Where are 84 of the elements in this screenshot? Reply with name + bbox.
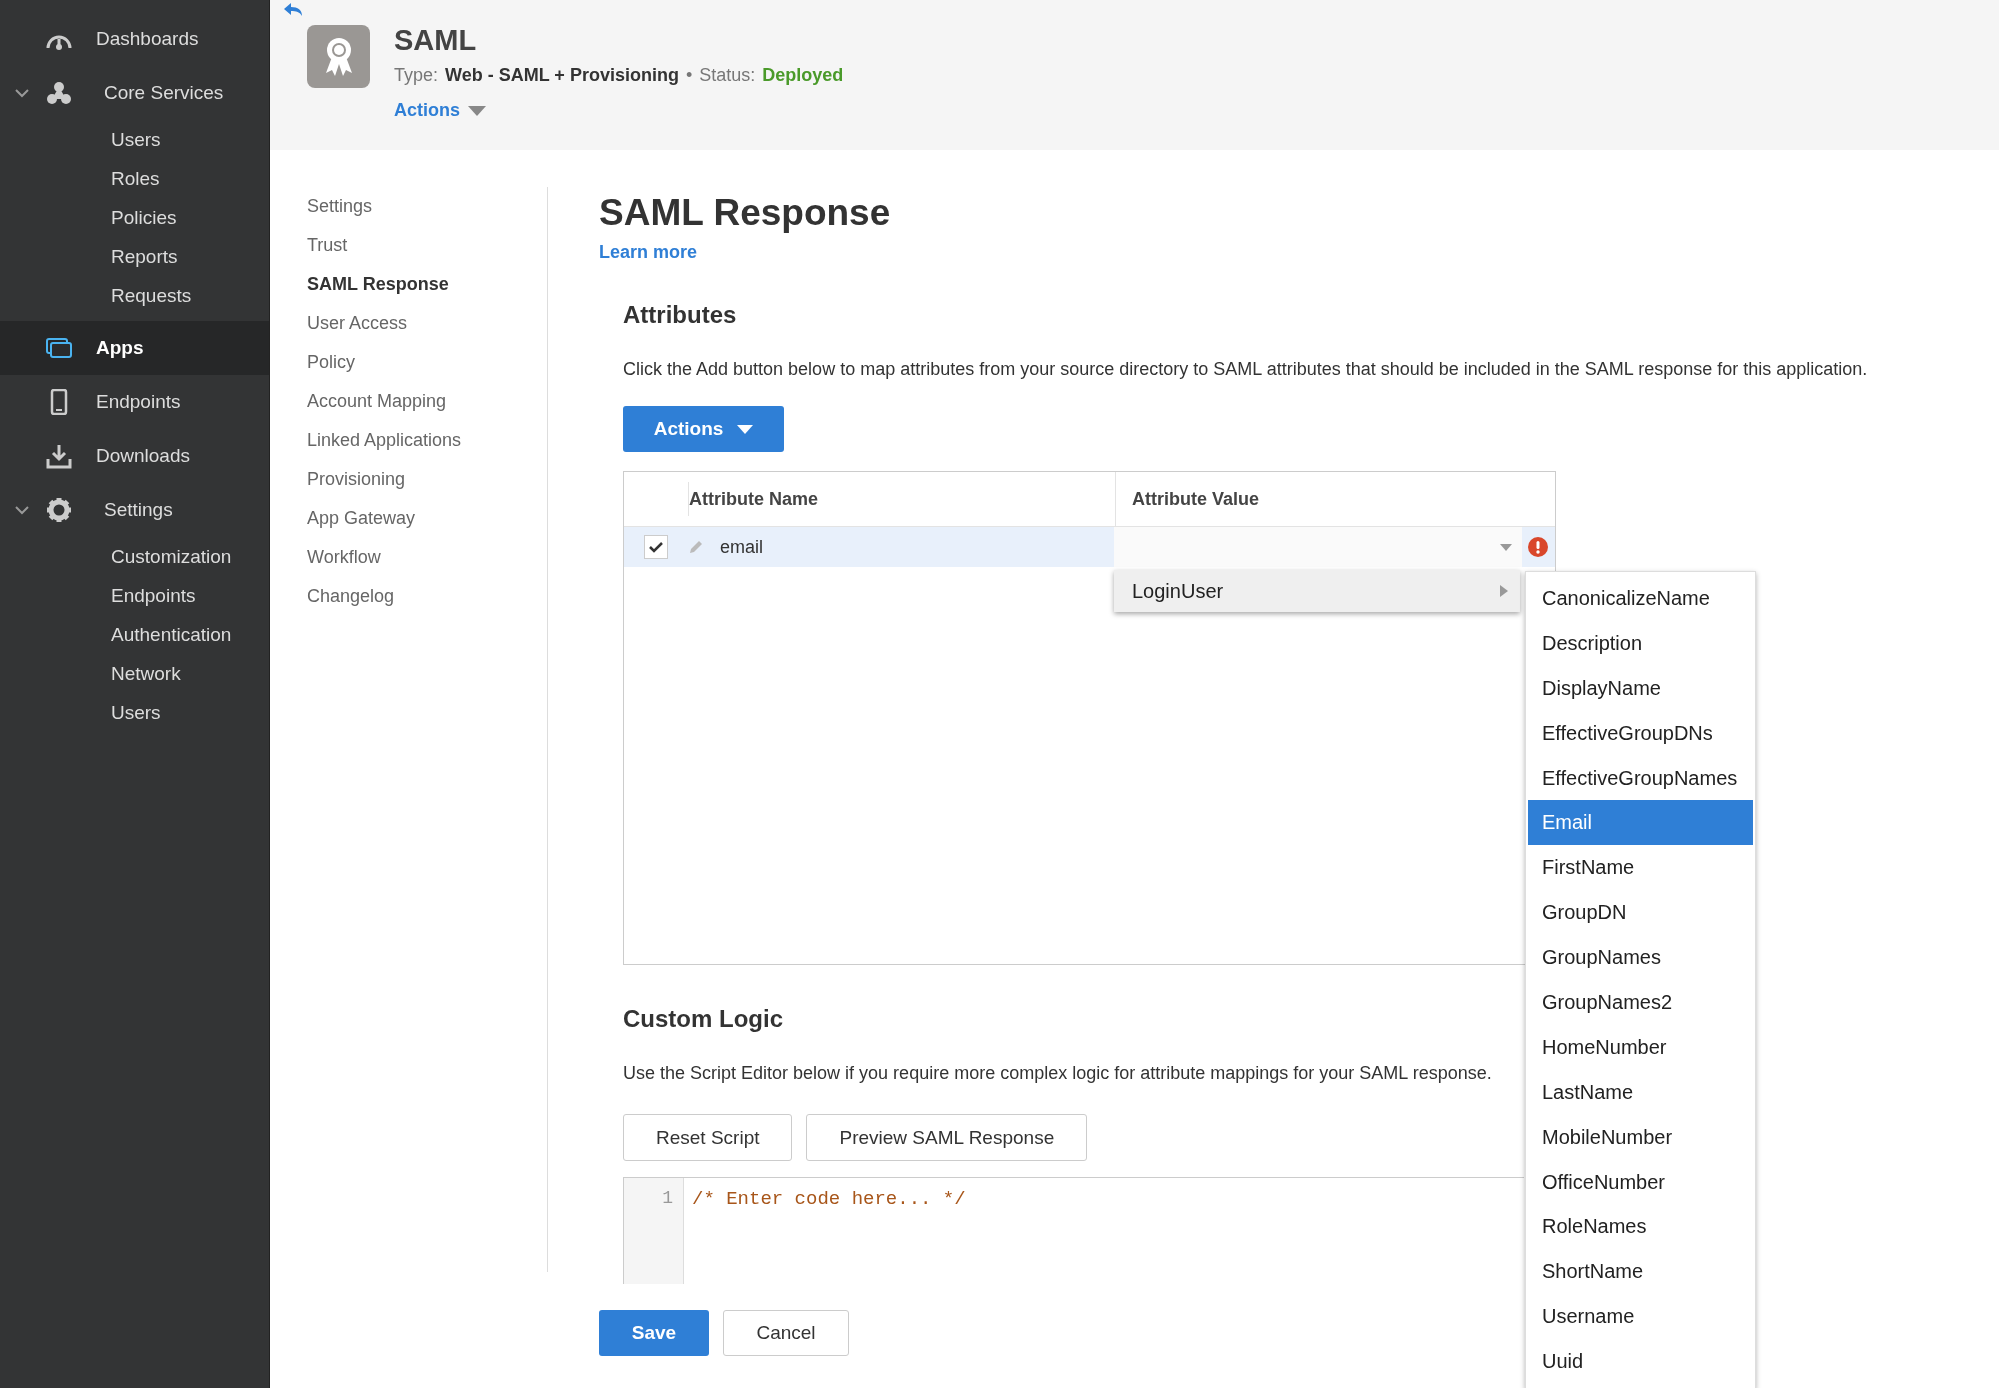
sidebar-subitem[interactable]: Policies: [0, 198, 269, 237]
download-icon: [46, 443, 72, 469]
menu-item[interactable]: GroupNames2: [1528, 980, 1753, 1025]
menu-item[interactable]: EffectiveGroupNames: [1528, 755, 1753, 801]
settings-icon: [46, 497, 72, 523]
actions-button[interactable]: Actions: [623, 406, 784, 452]
windows-icon: [45, 337, 73, 359]
menu-item[interactable]: FirstName: [1528, 845, 1753, 891]
menu-item[interactable]: GroupDN: [1528, 890, 1753, 936]
section-description: Click the Add button below to map attributes from your source directory to SAML attributes that should be included in the SAML response for this application.: [623, 359, 1869, 380]
menu-item[interactable]: RoleNames: [1528, 1204, 1753, 1250]
menu-item[interactable]: LoginUser: [1114, 570, 1520, 612]
network-nodes-icon: [46, 81, 72, 105]
menu-item[interactable]: CanonicalizeName: [1528, 576, 1753, 621]
status-value: Deployed: [762, 65, 844, 86]
subnav-link[interactable]: Settings: [307, 187, 547, 226]
learn-more-link[interactable]: Learn more: [599, 242, 698, 262]
caret-icon: [468, 105, 486, 116]
sidebar-item[interactable]: Settings: [0, 483, 269, 537]
subnav-link[interactable]: Trust: [307, 226, 547, 265]
menu-item[interactable]: GroupNames: [1528, 935, 1753, 980]
menu-item[interactable]: OfficeNumber: [1528, 1159, 1753, 1205]
subnav-link[interactable]: Changelog: [307, 577, 547, 616]
menu-item[interactable]: EffectiveGroupDNs: [1528, 710, 1753, 756]
sidebar-item[interactable]: Core Services: [0, 66, 269, 120]
type-label: Type:: [394, 65, 439, 86]
attribute-name: email: [720, 536, 763, 558]
table-row[interactable]: email: [624, 527, 1555, 567]
subnav-link[interactable]: Workflow: [307, 538, 547, 577]
menu-item[interactable]: MobileNumber: [1528, 1114, 1753, 1160]
caret-icon: [737, 424, 754, 434]
subnav-link[interactable]: Provisioning: [307, 460, 547, 499]
menu-item[interactable]: DisplayName: [1528, 665, 1753, 711]
status-label: Status:: [699, 65, 756, 86]
code-comment: /* Enter code here... */: [691, 1187, 966, 1212]
section-description: Use the Script Editor below if you require more complex logic for attribute mappings for your SAML response.: [623, 1063, 1493, 1084]
sidebar-subitem[interactable]: Network: [0, 654, 269, 693]
menu-item[interactable]: HomeNumber: [1528, 1024, 1753, 1070]
menu-item[interactable]: Uuid: [1528, 1339, 1753, 1385]
subnav-link[interactable]: Policy: [307, 343, 547, 382]
type-value: Web - SAML + Provisioning: [445, 65, 679, 86]
line-number: 1: [624, 1178, 684, 1284]
section-heading: Custom Logic: [623, 1005, 784, 1033]
sidebar-subitem[interactable]: Authentication: [0, 615, 269, 654]
page-title: SAML Response: [599, 192, 892, 234]
menu-item[interactable]: Username: [1528, 1294, 1753, 1340]
menu-item[interactable]: Description: [1528, 620, 1753, 666]
sidebar-item[interactable]: Downloads: [0, 429, 269, 483]
code-editor[interactable]: 1 /* Enter code here... */: [623, 1177, 1524, 1284]
script-button[interactable]: Preview SAML Response: [806, 1114, 1088, 1161]
subnav-link[interactable]: SAML Response: [307, 265, 547, 304]
menu-item[interactable]: Email: [1528, 800, 1753, 846]
script-button[interactable]: Reset Script: [623, 1114, 793, 1161]
sidebar-subitem[interactable]: Roles: [0, 159, 269, 198]
sidebar-subitem[interactable]: Users: [0, 693, 269, 732]
subnav-link[interactable]: Linked Applications: [307, 421, 547, 460]
menu-item[interactable]: ShortName: [1528, 1249, 1753, 1295]
mobile-device-icon: [50, 389, 68, 415]
chevron-down-icon[interactable]: [15, 88, 29, 98]
chevron-down-icon[interactable]: [15, 505, 29, 515]
checkbox[interactable]: [644, 535, 668, 559]
sidebar-subitem[interactable]: Reports: [0, 237, 269, 276]
checkmark-icon: [649, 541, 663, 553]
cancel-button[interactable]: Cancel: [723, 1310, 849, 1356]
sidebar-item[interactable]: Endpoints: [0, 375, 269, 429]
sidebar-item[interactable]: Apps: [0, 321, 269, 375]
sidebar-item[interactable]: Dashboards: [0, 12, 269, 66]
separator-dot: •: [685, 65, 693, 86]
column-header: Attribute Name: [689, 488, 819, 510]
actions-dropdown[interactable]: Actions: [394, 100, 486, 121]
sidebar-subitem[interactable]: Endpoints: [0, 576, 269, 615]
section-heading: Attributes: [623, 301, 738, 329]
app-title: SAML: [394, 24, 478, 57]
sidebar-subitem[interactable]: Customization: [0, 537, 269, 576]
subnav-link[interactable]: Account Mapping: [307, 382, 547, 421]
subnav-link[interactable]: User Access: [307, 304, 547, 343]
save-button[interactable]: Save: [599, 1310, 709, 1356]
sidebar-subitem[interactable]: Requests: [0, 276, 269, 315]
caret-icon: [1500, 543, 1512, 551]
menu-item[interactable]: LastName: [1528, 1069, 1753, 1115]
back-arrow-icon[interactable]: [283, 2, 303, 18]
sidebar-subitem[interactable]: Users: [0, 120, 269, 159]
column-header: Attribute Value: [1115, 472, 1522, 526]
subnav-link[interactable]: App Gateway: [307, 499, 547, 538]
